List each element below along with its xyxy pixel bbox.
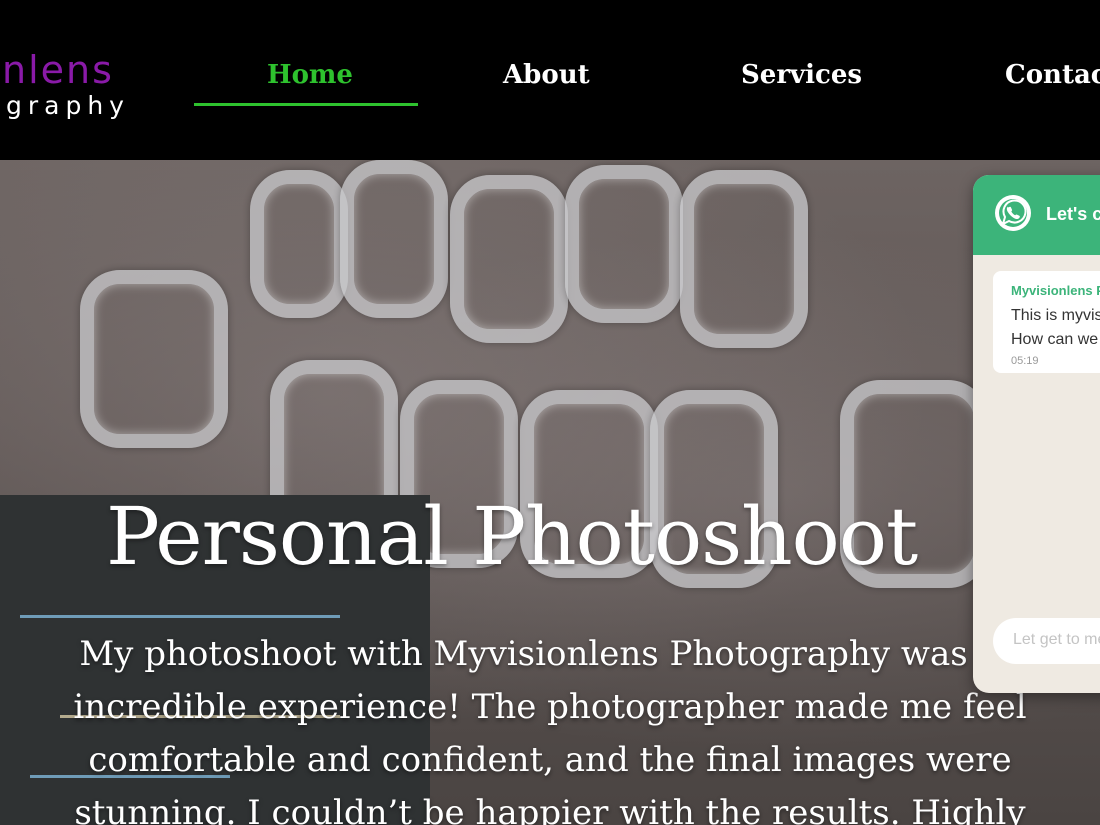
nav-active-underline [194, 103, 418, 106]
whatsapp-message-line2: How can we help? [1011, 331, 1100, 348]
whatsapp-widget-title: Let's chat [1046, 204, 1100, 224]
whatsapp-sender-name: Myvisionlens Photography [1011, 283, 1100, 298]
logo-subtitle[interactable]: graphy [6, 91, 130, 120]
hero-title: Personal Photoshoot [106, 490, 918, 583]
logo-wordmark[interactable]: nlens [2, 48, 114, 92]
whatsapp-input-placeholder: Let get to meet [1013, 631, 1100, 648]
whatsapp-widget-header[interactable]: Let's chat [973, 175, 1100, 255]
nav-home[interactable]: Home [267, 60, 353, 90]
whatsapp-message-time: 05:19 [1011, 355, 1039, 367]
site-header: nlens graphy Home About Services Contact [0, 0, 1100, 160]
hero-section: Personal Photoshoot My photoshoot with M… [0, 160, 1100, 825]
whatsapp-message-line1: This is myvisionlens [1011, 307, 1100, 324]
whatsapp-message-bubble: Myvisionlens Photography This is myvisio… [993, 271, 1100, 373]
nav-services[interactable]: Services [741, 60, 862, 90]
whatsapp-chat-widget[interactable]: Let's chat Myvisionlens Photography This… [973, 175, 1100, 693]
whatsapp-message-input[interactable]: Let get to meet [993, 618, 1100, 664]
whatsapp-icon [995, 195, 1031, 231]
nav-contact[interactable]: Contact [1005, 60, 1100, 90]
nav-about[interactable]: About [503, 60, 590, 90]
hero-testimonial-text: My photoshoot with Myvisionlens Photogra… [73, 634, 1027, 825]
